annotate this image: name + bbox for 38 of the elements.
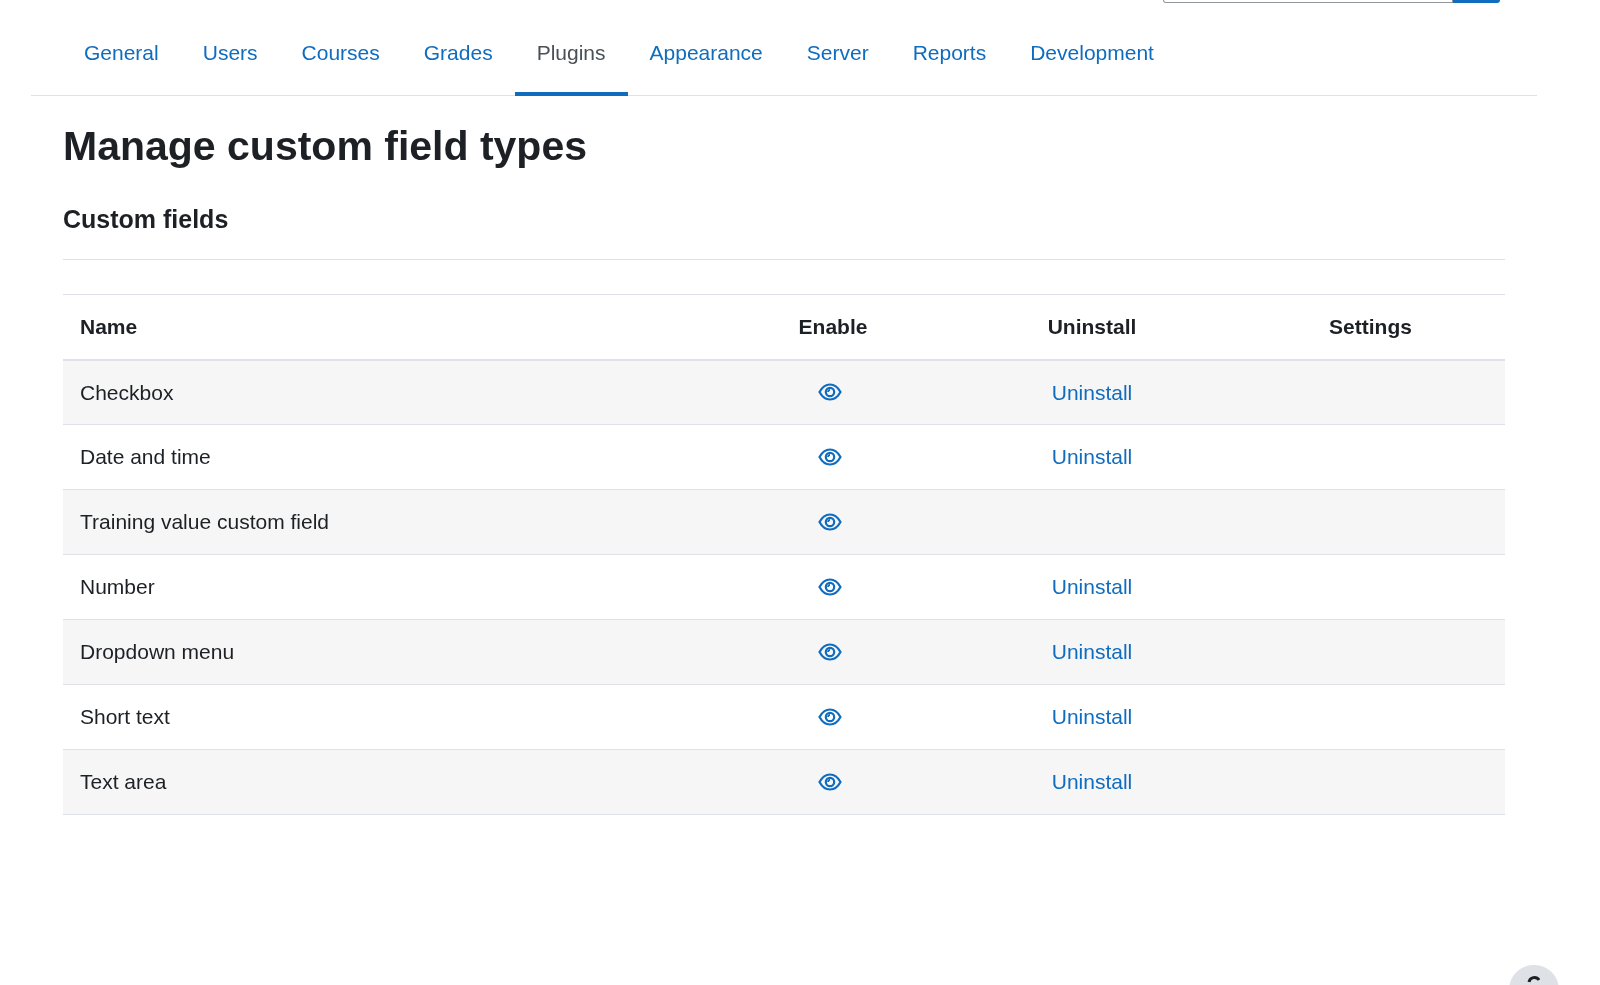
nav-tab[interactable]: Reports	[890, 10, 1009, 96]
nav-tab[interactable]: Users	[180, 10, 280, 96]
column-header: Enable	[798, 315, 868, 338]
uninstall-link[interactable]: Uninstall	[1051, 705, 1133, 729]
field-type-name: Training value custom field	[80, 510, 329, 534]
field-type-name: Text area	[80, 770, 167, 794]
search-field[interactable]	[1163, 0, 1453, 3]
eye-icon[interactable]	[818, 643, 842, 661]
field-type-name: Date and time	[80, 445, 211, 469]
uninstall-link[interactable]: Uninstall	[1051, 640, 1133, 664]
nav-tab[interactable]: Appearance	[627, 10, 785, 96]
section-heading: Custom fields	[63, 204, 230, 234]
nav-tab[interactable]: Courses	[279, 10, 402, 96]
nav-tab[interactable]: Grades	[401, 10, 515, 96]
eye-icon[interactable]	[818, 513, 842, 531]
nav-tab[interactable]: Plugins	[514, 10, 628, 96]
nav-tab[interactable]: Server	[784, 10, 891, 96]
nav-tab[interactable]: General	[62, 10, 181, 96]
field-type-name: Short text	[80, 705, 170, 729]
eye-icon[interactable]	[818, 383, 842, 402]
uninstall-link[interactable]: Uninstall	[1051, 380, 1133, 404]
eye-icon[interactable]	[818, 578, 842, 596]
field-type-name: Number	[80, 575, 155, 599]
page-title: Manage custom field types	[63, 122, 588, 171]
column-header: Settings	[1329, 315, 1412, 338]
eye-icon[interactable]	[818, 448, 842, 466]
uninstall-link[interactable]: Uninstall	[1051, 575, 1133, 599]
eye-icon[interactable]	[818, 773, 842, 791]
uninstall-link[interactable]: Uninstall	[1051, 445, 1133, 469]
uninstall-link[interactable]: Uninstall	[1051, 770, 1133, 794]
eye-icon[interactable]	[818, 708, 842, 726]
help-icon	[1509, 965, 1559, 985]
field-type-name: Checkbox	[80, 380, 174, 404]
nav-tab[interactable]: Development	[1008, 10, 1176, 96]
field-type-name: Dropdown menu	[80, 640, 235, 664]
column-header: Name	[80, 315, 138, 338]
help-button[interactable]	[1509, 965, 1559, 985]
column-header: Uninstall	[1047, 315, 1137, 338]
